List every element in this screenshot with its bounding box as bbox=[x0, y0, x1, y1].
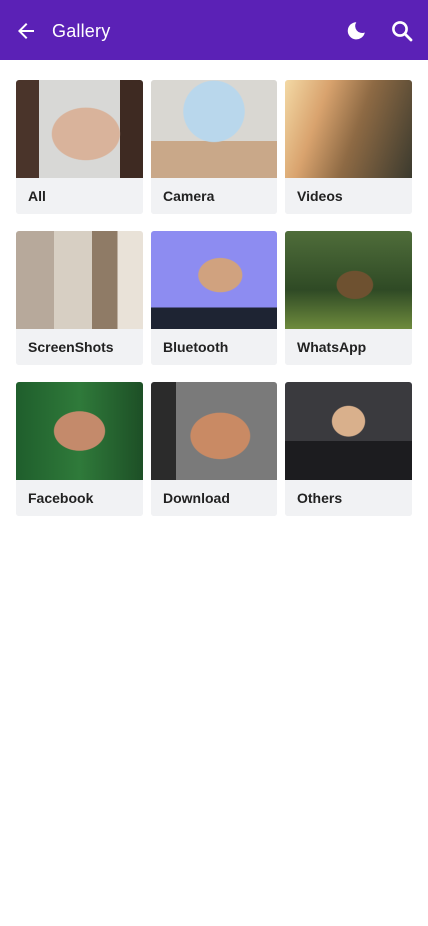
app-bar: Gallery bbox=[0, 0, 428, 60]
album-card-whatsapp[interactable]: WhatsApp bbox=[285, 231, 412, 365]
album-label: WhatsApp bbox=[285, 329, 412, 365]
album-label: All bbox=[16, 178, 143, 214]
album-card-all[interactable]: All bbox=[16, 80, 143, 214]
moon-icon[interactable] bbox=[344, 19, 368, 43]
search-icon[interactable] bbox=[390, 19, 414, 43]
page-title: Gallery bbox=[52, 21, 111, 41]
arrow-left-icon[interactable] bbox=[14, 19, 38, 43]
album-label: ScreenShots bbox=[16, 329, 143, 365]
album-thumbnail bbox=[16, 382, 143, 480]
album-thumbnail bbox=[16, 80, 143, 178]
album-card-camera[interactable]: Camera bbox=[151, 80, 277, 214]
album-label: Others bbox=[285, 480, 412, 516]
album-thumbnail bbox=[285, 231, 412, 329]
album-grid: All Camera Videos ScreenShots Bluetooth … bbox=[16, 80, 412, 516]
album-card-screenshots[interactable]: ScreenShots bbox=[16, 231, 143, 365]
album-thumbnail bbox=[285, 382, 412, 480]
album-thumbnail bbox=[151, 382, 277, 480]
album-card-others[interactable]: Others bbox=[285, 382, 412, 516]
album-card-download[interactable]: Download bbox=[151, 382, 277, 516]
album-thumbnail bbox=[16, 231, 143, 329]
album-label: Videos bbox=[285, 178, 412, 214]
album-label: Facebook bbox=[16, 480, 143, 516]
album-thumbnail bbox=[151, 231, 277, 329]
album-card-bluetooth[interactable]: Bluetooth bbox=[151, 231, 277, 365]
album-thumbnail bbox=[151, 80, 277, 178]
album-thumbnail bbox=[285, 80, 412, 178]
album-card-videos[interactable]: Videos bbox=[285, 80, 412, 214]
album-label: Camera bbox=[151, 178, 277, 214]
album-label: Download bbox=[151, 480, 277, 516]
album-card-facebook[interactable]: Facebook bbox=[16, 382, 143, 516]
album-label: Bluetooth bbox=[151, 329, 277, 365]
